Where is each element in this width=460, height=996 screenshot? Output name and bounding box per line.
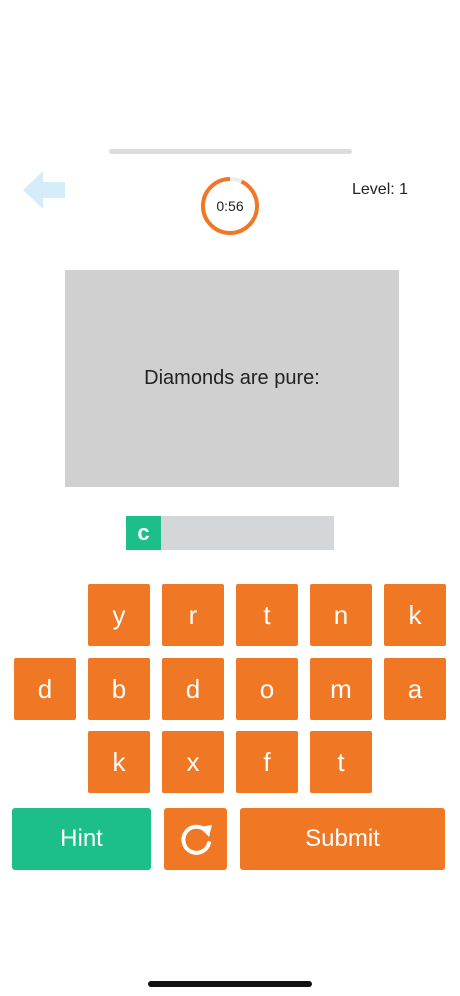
letter-key[interactable]: b: [88, 658, 150, 720]
letter-key[interactable]: n: [310, 584, 372, 646]
timer-text: 0:56: [216, 198, 244, 214]
question-text: Diamonds are pure:: [144, 367, 320, 389]
letter-key[interactable]: k: [384, 584, 446, 646]
letter-key[interactable]: r: [162, 584, 224, 646]
letter-key[interactable]: a: [384, 658, 446, 720]
answer-letter[interactable]: c: [126, 516, 161, 550]
letter-key[interactable]: d: [14, 658, 76, 720]
letter-key[interactable]: d: [162, 658, 224, 720]
letter-key[interactable]: f: [236, 731, 298, 793]
countdown-timer: 0:56: [199, 175, 261, 237]
home-indicator: [148, 981, 312, 987]
level-label: Level: 1: [352, 181, 409, 198]
letter-key[interactable]: x: [162, 731, 224, 793]
submit-button[interactable]: Submit: [240, 808, 445, 870]
question-card: Diamonds are pure:: [65, 270, 399, 487]
letter-key[interactable]: k: [88, 731, 150, 793]
answer-bar[interactable]: c: [126, 516, 334, 550]
left-arrow-icon: [23, 171, 65, 209]
letter-key[interactable]: t: [236, 584, 298, 646]
letter-key[interactable]: m: [310, 658, 372, 720]
letter-key[interactable]: t: [310, 731, 372, 793]
letter-key[interactable]: y: [88, 584, 150, 646]
refresh-icon: [180, 824, 212, 855]
letter-key[interactable]: o: [236, 658, 298, 720]
hint-button[interactable]: Hint: [12, 808, 151, 870]
top-progress-line: [109, 149, 352, 154]
back-button[interactable]: [22, 170, 66, 210]
shuffle-button[interactable]: [164, 808, 227, 870]
